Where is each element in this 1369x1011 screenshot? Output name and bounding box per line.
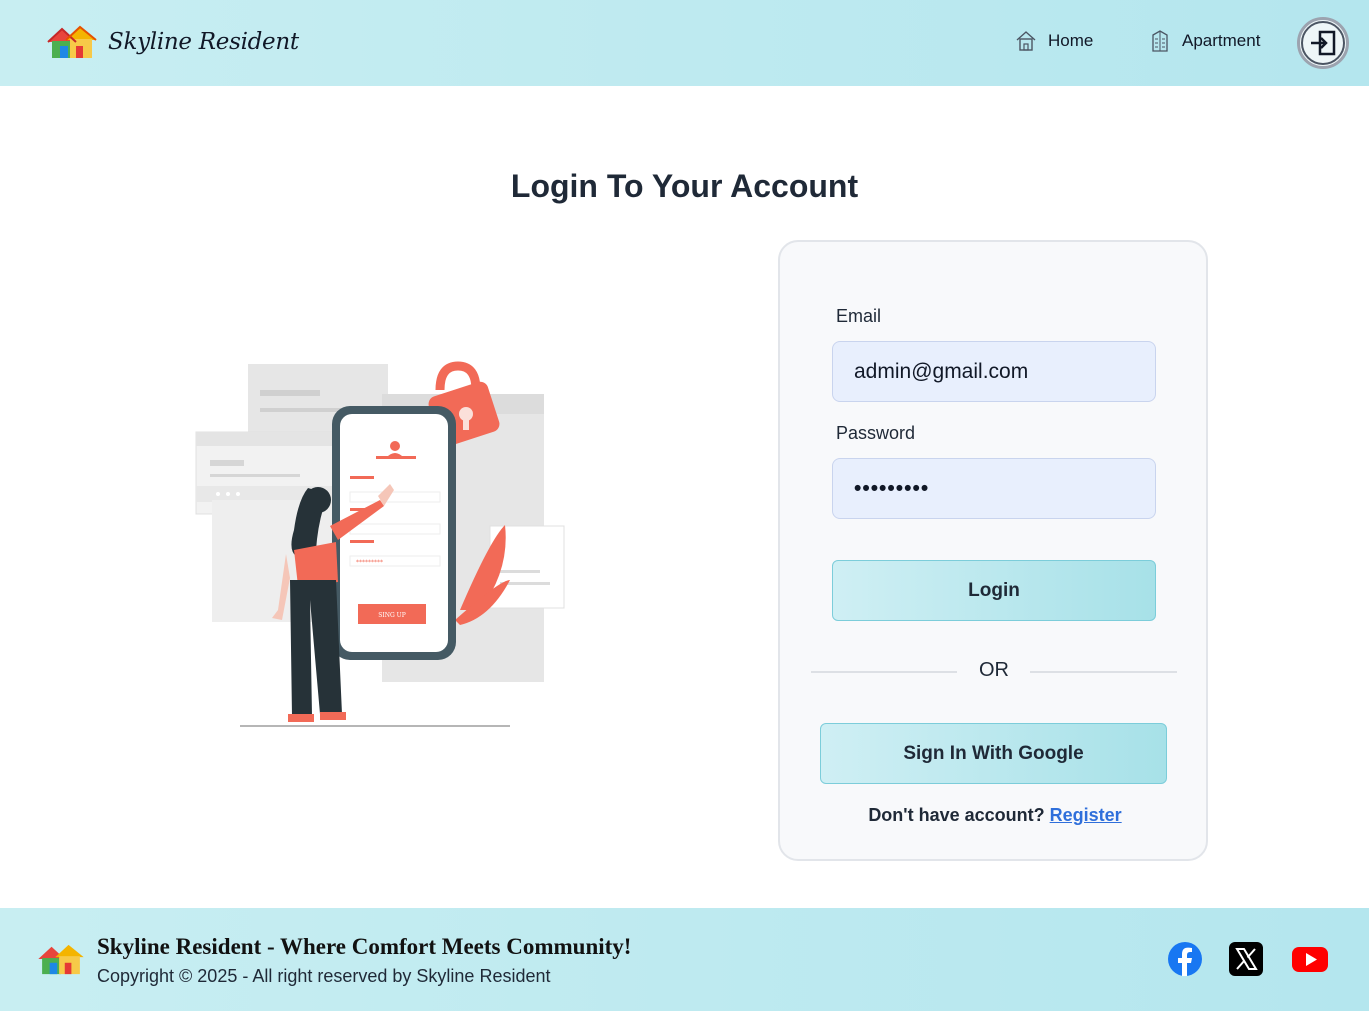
no-account-text: Don't have account? (868, 805, 1045, 825)
house-logo-icon (47, 25, 97, 58)
or-divider: OR (811, 657, 1177, 687)
footer: Skyline Resident - Where Comfort Meets C… (0, 908, 1369, 1011)
footer-copyright: Copyright © 2025 - All right reserved by… (97, 966, 551, 986)
page-title: Login To Your Account (510, 168, 859, 204)
login-button[interactable]: Login (832, 560, 1156, 621)
login-avatar-button[interactable] (1297, 17, 1349, 69)
nav-apartment-label: Apartment (1182, 31, 1261, 50)
email-label: Email (836, 306, 882, 326)
register-link[interactable]: Register (1050, 805, 1122, 825)
x-icon[interactable] (1228, 941, 1264, 977)
brand-name: Skyline Resident (108, 29, 299, 55)
phone-login-illustration: ********* SING UP (195, 361, 565, 727)
building-icon (1152, 30, 1168, 52)
facebook-icon[interactable] (1167, 941, 1203, 977)
register-row: Don't have account? Register (780, 805, 1210, 826)
password-field[interactable]: ••••••••• (832, 458, 1156, 519)
svg-text:*********: ********* (356, 559, 383, 566)
login-card: Email admin@gmail.com Password •••••••••… (778, 240, 1208, 861)
youtube-icon[interactable] (1291, 941, 1329, 977)
brand[interactable]: Skyline Resident (46, 24, 299, 60)
google-signin-button[interactable]: Sign In With Google (820, 723, 1167, 784)
home-icon (1016, 31, 1036, 51)
nav-home-label: Home (1048, 31, 1094, 50)
illustration-button-text: SING UP (378, 612, 406, 619)
house-logo-icon (38, 944, 84, 975)
footer-tagline: Skyline Resident - Where Comfort Meets C… (97, 934, 632, 959)
email-field[interactable]: admin@gmail.com (832, 341, 1156, 402)
password-label: Password (836, 423, 916, 443)
navbar: Skyline Resident Home Apartment (0, 0, 1369, 86)
or-text: OR (979, 659, 1009, 681)
nav-apartment[interactable]: Apartment (1150, 30, 1260, 52)
login-icon (1311, 30, 1336, 56)
nav-home[interactable]: Home (1016, 30, 1093, 52)
